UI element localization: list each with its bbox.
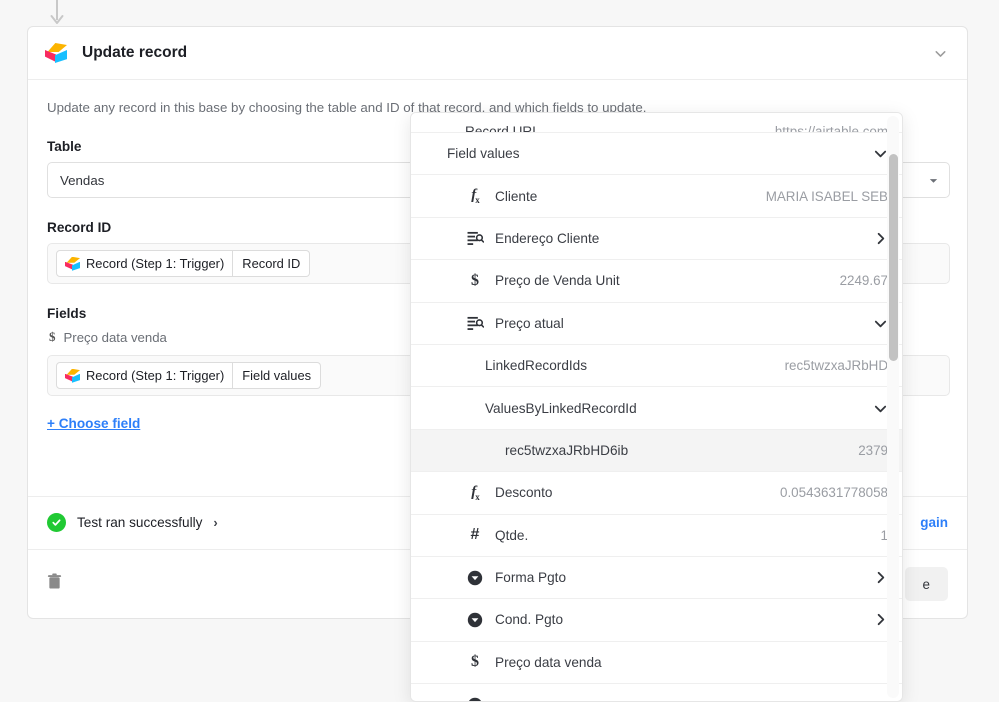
dropdown-scrollbar[interactable]	[887, 116, 899, 698]
test-status[interactable]: Test ran successfully ›	[47, 513, 218, 532]
page-title: Update record	[82, 44, 188, 61]
table-row[interactable]: $ Preço de Venda Unit 2249.67	[411, 260, 902, 303]
row-icon: fx	[465, 187, 485, 205]
row-label: Cliente	[495, 188, 538, 204]
row-value: 2249.67	[839, 273, 888, 289]
test-again-link[interactable]: gain	[920, 515, 948, 530]
row-icon: fx	[465, 484, 485, 502]
row-caret[interactable]	[861, 401, 888, 416]
single-select-icon	[467, 612, 483, 628]
row-icon	[465, 231, 485, 246]
field-token-source-label: Record (Step 1: Trigger)	[86, 368, 225, 384]
table-row[interactable]: rec5twzxaJRbHD6ib 2379	[411, 429, 902, 473]
airtable-logo-icon	[45, 43, 67, 63]
table-row[interactable]: ValuesByLinkedRecordId	[411, 387, 902, 430]
row-icon: $	[465, 272, 485, 290]
arrow-down-icon	[50, 0, 64, 24]
record-token-field[interactable]: Record ID	[233, 250, 311, 278]
row-caret[interactable]	[861, 570, 888, 585]
footer-action-button[interactable]: e	[904, 567, 948, 601]
trash-icon[interactable]	[47, 573, 62, 595]
row-value: https://airtable.com	[774, 124, 888, 133]
row-label: ValuesByLinkedRecordId	[485, 400, 637, 416]
single-select-icon	[467, 570, 483, 585]
field-row-name: Preço data venda	[63, 329, 167, 345]
airtable-logo-icon	[65, 368, 80, 383]
row-icon	[465, 697, 485, 701]
number-icon: #	[470, 526, 480, 544]
chevron-right-icon[interactable]	[873, 231, 888, 246]
currency-icon: $	[471, 653, 479, 671]
row-label: Forma Pgto	[495, 570, 567, 586]
chevron-down-icon[interactable]	[932, 45, 949, 62]
record-token-source[interactable]: Record (Step 1: Trigger)	[56, 250, 234, 278]
row-caret[interactable]	[861, 612, 888, 627]
row-icon: $	[465, 653, 485, 671]
field-values-dropdown[interactable]: Record URL https://airtable.com Field valu…	[410, 112, 903, 702]
table-row[interactable]: Preço atual	[411, 302, 902, 345]
row-label: Preço de Venda Unit	[495, 273, 620, 289]
row-icon	[465, 612, 485, 628]
table-row[interactable]: Forma Pgto	[411, 556, 902, 600]
row-caret[interactable]	[861, 316, 888, 331]
table-row[interactable]: LinkedRecordIds rec5twzxaJRbHD	[411, 344, 902, 388]
chevron-down-icon[interactable]	[873, 316, 888, 331]
formula-icon: fx	[471, 187, 479, 206]
row-label: Preço data venda	[495, 654, 602, 670]
row-value: rec5twzxaJRbHD	[784, 358, 888, 374]
row-caret[interactable]	[861, 146, 888, 161]
chevron-down-icon[interactable]	[873, 146, 888, 161]
table-row[interactable]: $ Preço data venda	[411, 641, 902, 685]
table-row[interactable]: fx Cliente MARIA ISABEL SEB	[411, 175, 902, 218]
airtable-logo-icon	[65, 256, 80, 271]
record-token-source-label: Record (Step 1: Trigger)	[86, 256, 225, 272]
row-label: Record URL	[465, 124, 540, 133]
row-caret[interactable]	[861, 231, 888, 246]
row-label: Endereço Cliente	[495, 230, 600, 246]
row-icon: #	[465, 526, 485, 544]
row-label: LinkedRecordIds	[485, 358, 588, 374]
dropdown-list[interactable]: Record URL https://airtable.com Field valu…	[411, 113, 902, 701]
table-row[interactable]: Cond. Pgto	[411, 599, 902, 642]
row-label: Field values	[447, 146, 520, 162]
chevron-right-icon[interactable]: ›	[213, 515, 217, 530]
table-row[interactable]: Endereço Cliente	[411, 217, 902, 261]
field-token-field[interactable]: Field values	[233, 362, 322, 390]
card-header[interactable]: Update record	[28, 27, 967, 80]
test-status-label: Test ran successfully	[77, 515, 203, 530]
screen-root: Update record Update any record in this …	[0, 0, 999, 702]
field-token-source[interactable]: Record (Step 1: Trigger)	[56, 362, 234, 390]
choose-field-button[interactable]: + Choose field	[47, 416, 140, 431]
table-row[interactable]: Record URL https://airtable.com	[411, 113, 902, 133]
row-value: 2379	[858, 442, 888, 458]
table-row[interactable]: # Qtde. 1	[411, 514, 902, 557]
lookup-icon	[467, 231, 484, 245]
row-value: 0.0543631778058	[780, 485, 888, 501]
scrollbar-thumb[interactable]	[889, 154, 898, 361]
chevron-right-icon[interactable]	[873, 570, 888, 585]
chevron-down-icon	[928, 175, 939, 186]
chevron-right-icon[interactable]	[873, 612, 888, 627]
row-icon	[465, 570, 485, 586]
chevron-down-icon[interactable]	[873, 401, 888, 416]
row-icon	[465, 316, 485, 331]
currency-icon: $	[471, 271, 479, 289]
row-value: MARIA ISABEL SEB	[765, 188, 888, 204]
table-select-value: Vendas	[60, 172, 105, 188]
row-value: 1	[880, 527, 888, 543]
lookup-icon	[467, 316, 484, 330]
formula-icon: fx	[471, 483, 479, 502]
table-row[interactable]: Field values	[411, 133, 902, 176]
row-label: rec5twzxaJRbHD6ib	[505, 442, 629, 458]
row-label: Preço atual	[495, 315, 564, 331]
table-row[interactable]: fx Desconto 0.0543631778058	[411, 472, 902, 515]
row-label: Cond. Pgto	[495, 612, 564, 628]
table-row[interactable]	[411, 684, 902, 701]
currency-icon: $	[49, 329, 56, 345]
row-label: Desconto	[495, 485, 553, 501]
single-select-icon	[468, 697, 482, 701]
check-circle-icon	[47, 513, 66, 532]
row-label: Qtde.	[495, 527, 529, 543]
